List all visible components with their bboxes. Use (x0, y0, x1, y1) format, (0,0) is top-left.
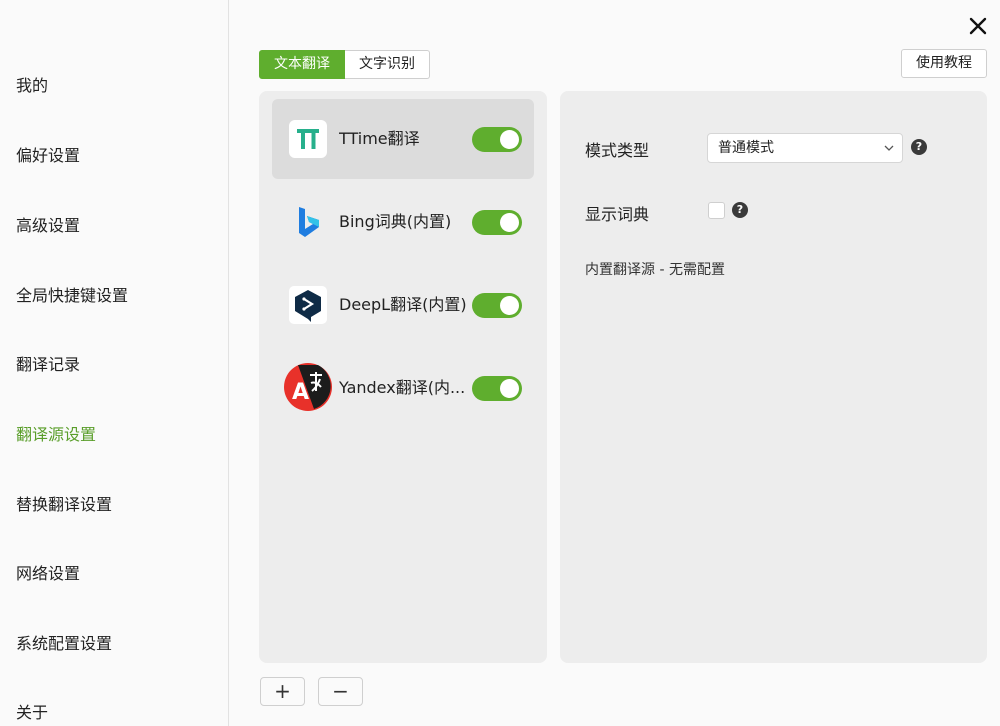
service-toggle[interactable] (472, 210, 522, 235)
sidebar-item-replace[interactable]: 替换翻译设置 (16, 491, 112, 515)
sidebar-item-translation-sources[interactable]: 翻译源设置 (16, 421, 96, 445)
sidebar-item-shortcuts[interactable]: 全局快捷键设置 (16, 282, 128, 306)
tab-ocr[interactable]: 文字识别 (345, 50, 430, 79)
chevron-down-icon (884, 145, 894, 151)
mode-type-label: 模式类型 (585, 141, 650, 160)
service-name: Yandex翻译(内... (339, 378, 466, 397)
mode-type-select[interactable]: 普通模式 (707, 133, 903, 163)
yandex-logo-icon: A (284, 363, 332, 411)
service-item-yandex[interactable]: A Yandex翻译(内... (272, 348, 534, 428)
tab-bar: 文本翻译 文字识别 (259, 50, 430, 79)
mode-help-icon[interactable]: ? (911, 139, 927, 155)
service-toggle[interactable] (472, 127, 522, 152)
close-icon (969, 17, 987, 35)
add-service-button[interactable]: + (260, 677, 305, 706)
tutorial-button[interactable]: 使用教程 (901, 49, 987, 78)
show-dictionary-checkbox[interactable] (708, 202, 725, 219)
service-list: TTime翻译 Bing词典(内置) DeepL翻译(内置) A Yandex翻… (259, 91, 547, 663)
service-item-bing[interactable]: Bing词典(内置) (272, 182, 534, 262)
service-detail-panel: 模式类型 普通模式 ? 显示词典 ? 内置翻译源 - 无需配置 (560, 91, 987, 663)
sidebar-item-preferences[interactable]: 偏好设置 (16, 142, 80, 166)
sidebar-item-system[interactable]: 系统配置设置 (16, 630, 112, 654)
service-item-ttime[interactable]: TTime翻译 (272, 99, 534, 179)
sidebar-item-network[interactable]: 网络设置 (16, 560, 80, 584)
sidebar-item-about[interactable]: 关于 (16, 699, 48, 723)
remove-service-button[interactable]: − (318, 677, 363, 706)
svg-text:A: A (292, 380, 309, 405)
ttime-logo-icon (289, 120, 327, 158)
sidebar: 我的 偏好设置 高级设置 全局快捷键设置 翻译记录 翻译源设置 替换翻译设置 网… (0, 0, 229, 726)
mode-type-value: 普通模式 (718, 140, 774, 156)
dictionary-help-icon[interactable]: ? (732, 202, 748, 218)
service-name: TTime翻译 (339, 129, 420, 148)
service-toggle[interactable] (472, 376, 522, 401)
sidebar-item-history[interactable]: 翻译记录 (16, 351, 80, 375)
sidebar-item-mine[interactable]: 我的 (16, 72, 48, 96)
service-item-deepl[interactable]: DeepL翻译(内置) (272, 265, 534, 345)
service-name: Bing词典(内置) (339, 212, 452, 231)
bing-logo-icon (299, 207, 319, 237)
tab-text-translation[interactable]: 文本翻译 (259, 50, 345, 79)
close-button[interactable] (966, 14, 990, 38)
sidebar-item-advanced[interactable]: 高级设置 (16, 212, 80, 236)
service-name: DeepL翻译(内置) (339, 295, 467, 314)
builtin-source-note: 内置翻译源 - 无需配置 (585, 262, 725, 278)
deepl-logo-icon (289, 286, 327, 324)
service-toggle[interactable] (472, 293, 522, 318)
show-dictionary-label: 显示词典 (585, 205, 650, 224)
